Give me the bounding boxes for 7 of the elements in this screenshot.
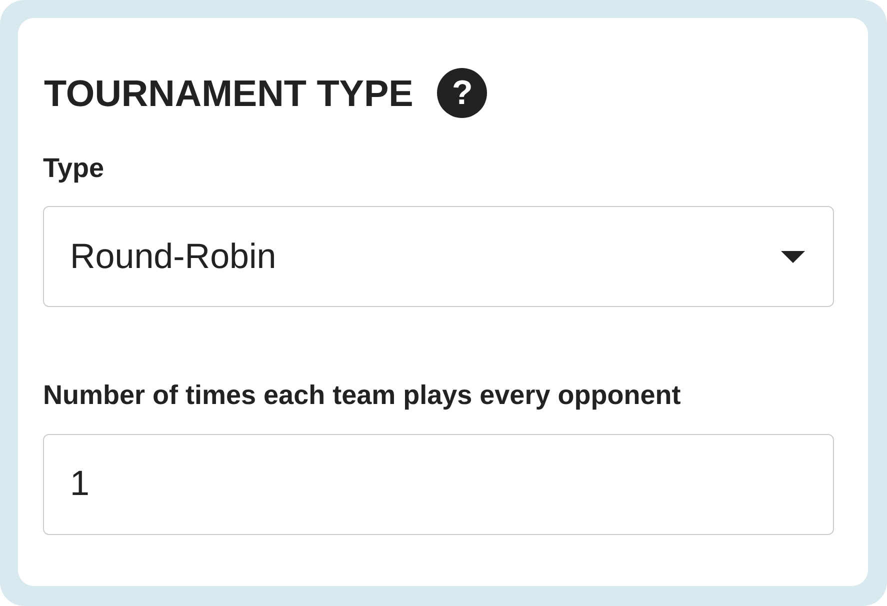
type-dropdown[interactable]: Round-Robin [43, 206, 834, 308]
field-label: Type [43, 152, 106, 184]
help-icon[interactable]: ? [437, 68, 488, 118]
caret-icon [781, 250, 805, 263]
section-title: TOURNAMENT TYPE [44, 74, 414, 112]
number-input-field[interactable]: 1 [43, 434, 834, 535]
field-label: Number of times each team plays every opponent [43, 379, 682, 412]
